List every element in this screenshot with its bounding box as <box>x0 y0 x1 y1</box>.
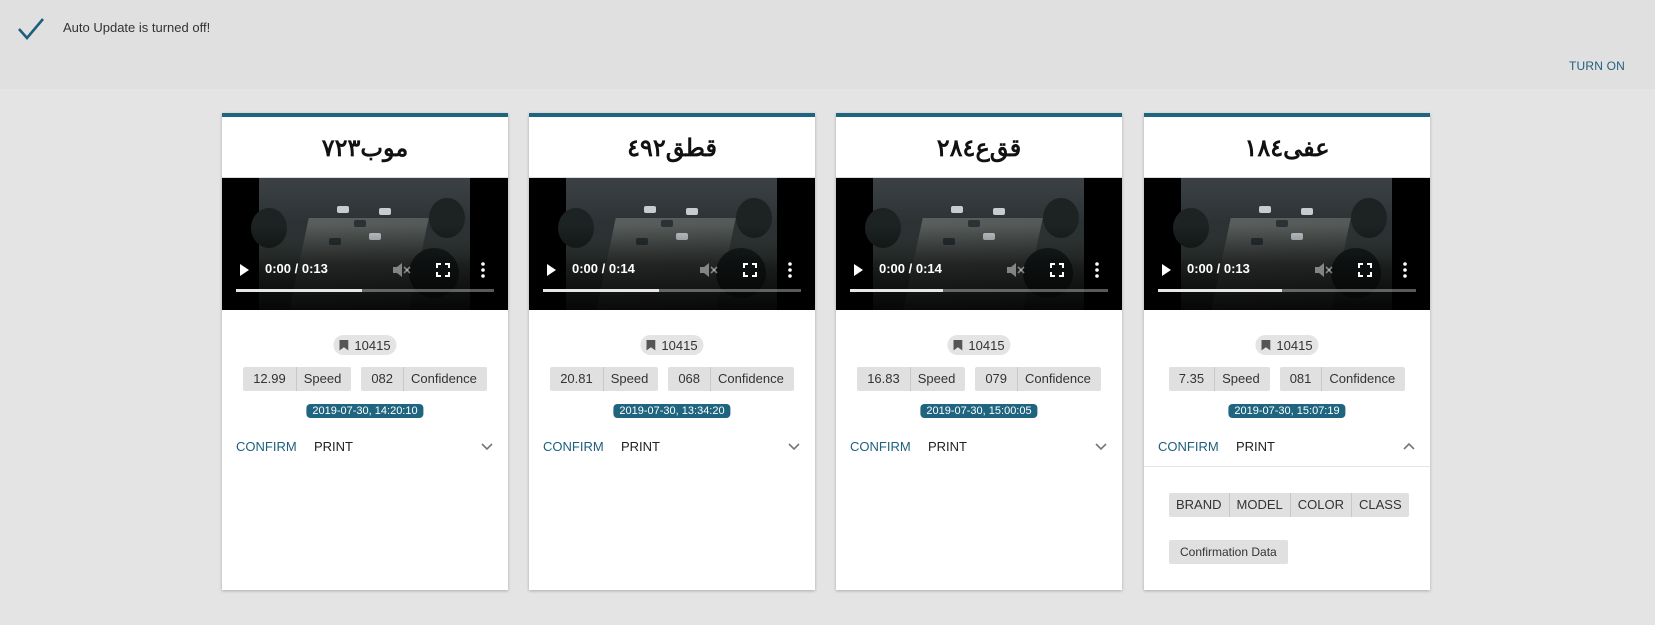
confirm-button[interactable]: CONFIRM <box>543 439 604 454</box>
attribute-button-0[interactable]: BRAND <box>1169 493 1229 517</box>
confidence-chip: 082 Confidence <box>361 367 487 391</box>
confidence-value: 081 <box>1289 371 1312 386</box>
confidence-chip: 081 Confidence <box>1279 367 1406 391</box>
confidence-value: 068 <box>678 371 701 386</box>
timestamp-badge: 2019-07-30, 15:07:19 <box>1228 404 1346 418</box>
print-button[interactable]: PRINT <box>314 439 353 454</box>
video-time: 0:00 / 0:13 <box>265 261 328 276</box>
play-icon[interactable] <box>854 264 863 276</box>
record-id: 10415 <box>354 337 391 353</box>
confidence-chip: 079 Confidence <box>975 367 1101 391</box>
confidence-value: 079 <box>985 371 1008 386</box>
confirm-button[interactable]: CONFIRM <box>850 439 911 454</box>
timestamp-badge: 2019-07-30, 14:20:10 <box>306 404 424 418</box>
volume-icon[interactable] <box>391 261 411 279</box>
speed-chip: 7.35 Speed <box>1168 367 1270 391</box>
speed-value: 20.81 <box>560 371 593 386</box>
play-icon[interactable] <box>1162 264 1171 276</box>
record-id-chip: 10415 <box>640 335 704 355</box>
attribute-button-3[interactable]: CLASS <box>1350 493 1409 517</box>
play-icon[interactable] <box>547 264 556 276</box>
record-id-chip: 10415 <box>947 335 1011 355</box>
speed-label: Speed <box>1214 367 1270 391</box>
speed-label: Speed <box>602 367 659 391</box>
vehicle-details-panel: BRAND MODEL COLOR CLASS Confirmation Data <box>1144 466 1430 590</box>
chevron-down-icon[interactable] <box>480 439 494 453</box>
bookmark-icon <box>646 339 656 351</box>
record-id-chip: 10415 <box>1255 335 1319 355</box>
record-id: 10415 <box>968 337 1005 353</box>
more-options-icon[interactable] <box>481 261 485 279</box>
speed-value: 12.99 <box>253 371 286 386</box>
speed-label: Speed <box>295 367 352 391</box>
confidence-chip: 068 Confidence <box>668 367 794 391</box>
confirm-button[interactable]: CONFIRM <box>1158 439 1219 454</box>
banner-message: Auto Update is turned off! <box>63 20 211 35</box>
license-plate-number: عفى١٨٤ <box>1144 117 1430 178</box>
chevron-down-icon[interactable] <box>1094 439 1108 453</box>
video-progress-bar[interactable] <box>236 289 494 292</box>
speed-chip: 12.99 Speed <box>243 367 352 391</box>
attribute-button-1[interactable]: MODEL <box>1228 493 1290 517</box>
video-player[interactable]: 0:00 / 0:13 <box>1144 178 1430 310</box>
volume-icon[interactable] <box>698 261 718 279</box>
vehicle-attribute-buttons: BRAND MODEL COLOR CLASS <box>1169 493 1409 517</box>
attribute-button-2[interactable]: COLOR <box>1289 493 1351 517</box>
video-player[interactable]: 0:00 / 0:13 <box>222 178 508 310</box>
video-time: 0:00 / 0:14 <box>572 261 635 276</box>
confidence-label: Confidence <box>710 367 794 391</box>
detection-card: قق‌ع٢٨٤ 0:00 / 0:14 <box>836 113 1122 590</box>
confidence-label: Confidence <box>403 367 487 391</box>
fullscreen-icon[interactable] <box>436 263 450 277</box>
checkmark-icon <box>18 18 44 40</box>
fullscreen-icon[interactable] <box>1050 263 1064 277</box>
confidence-value: 082 <box>371 371 394 386</box>
video-player[interactable]: 0:00 / 0:14 <box>529 178 815 310</box>
detection-card: قطق٤٩٢ 0:00 / 0:14 10415 20.81 Speed 068… <box>529 113 815 590</box>
auto-update-banner: Auto Update is turned off! TURN ON <box>0 0 1655 89</box>
record-id-chip: 10415 <box>333 335 397 355</box>
chevron-up-icon[interactable] <box>1402 439 1416 453</box>
detection-card: موب٧٢٣ 0:00 / 0:13 10415 12.99 Speed 082… <box>222 113 508 590</box>
timestamp-badge: 2019-07-30, 13:34:20 <box>613 404 731 418</box>
more-options-icon[interactable] <box>1403 261 1407 279</box>
record-id: 10415 <box>661 337 698 353</box>
license-plate-number: موب٧٢٣ <box>222 117 508 178</box>
print-button[interactable]: PRINT <box>621 439 660 454</box>
confirm-button[interactable]: CONFIRM <box>236 439 297 454</box>
video-player[interactable]: 0:00 / 0:14 <box>836 178 1122 310</box>
bookmark-icon <box>339 339 349 351</box>
more-options-icon[interactable] <box>1095 261 1099 279</box>
detection-card: عفى١٨٤ 0:00 / 0:13 10415 7.35 Speed 081 … <box>1144 113 1430 590</box>
turn-on-button[interactable]: TURN ON <box>1569 59 1625 73</box>
volume-icon[interactable] <box>1005 261 1025 279</box>
chevron-down-icon[interactable] <box>787 439 801 453</box>
print-button[interactable]: PRINT <box>928 439 967 454</box>
speed-value: 7.35 <box>1178 371 1205 386</box>
speed-chip: 16.83 Speed <box>857 367 966 391</box>
video-progress-bar[interactable] <box>1158 289 1416 292</box>
video-time: 0:00 / 0:14 <box>879 261 942 276</box>
bookmark-icon <box>953 339 963 351</box>
confirmation-data-button[interactable]: Confirmation Data <box>1169 540 1288 564</box>
timestamp-badge: 2019-07-30, 15:00:05 <box>920 404 1038 418</box>
speed-value: 16.83 <box>867 371 900 386</box>
fullscreen-icon[interactable] <box>743 263 757 277</box>
license-plate-number: قطق٤٩٢ <box>529 117 815 178</box>
video-progress-bar[interactable] <box>543 289 801 292</box>
print-button[interactable]: PRINT <box>1236 439 1275 454</box>
record-id: 10415 <box>1276 337 1313 353</box>
bookmark-icon <box>1261 339 1271 351</box>
play-icon[interactable] <box>240 264 249 276</box>
volume-icon[interactable] <box>1313 261 1333 279</box>
license-plate-number: قق‌ع٢٨٤ <box>836 117 1122 178</box>
confidence-label: Confidence <box>1321 367 1405 391</box>
video-time: 0:00 / 0:13 <box>1187 261 1250 276</box>
confidence-label: Confidence <box>1017 367 1101 391</box>
more-options-icon[interactable] <box>788 261 792 279</box>
fullscreen-icon[interactable] <box>1358 263 1372 277</box>
video-progress-bar[interactable] <box>850 289 1108 292</box>
speed-chip: 20.81 Speed <box>550 367 659 391</box>
speed-label: Speed <box>909 367 966 391</box>
